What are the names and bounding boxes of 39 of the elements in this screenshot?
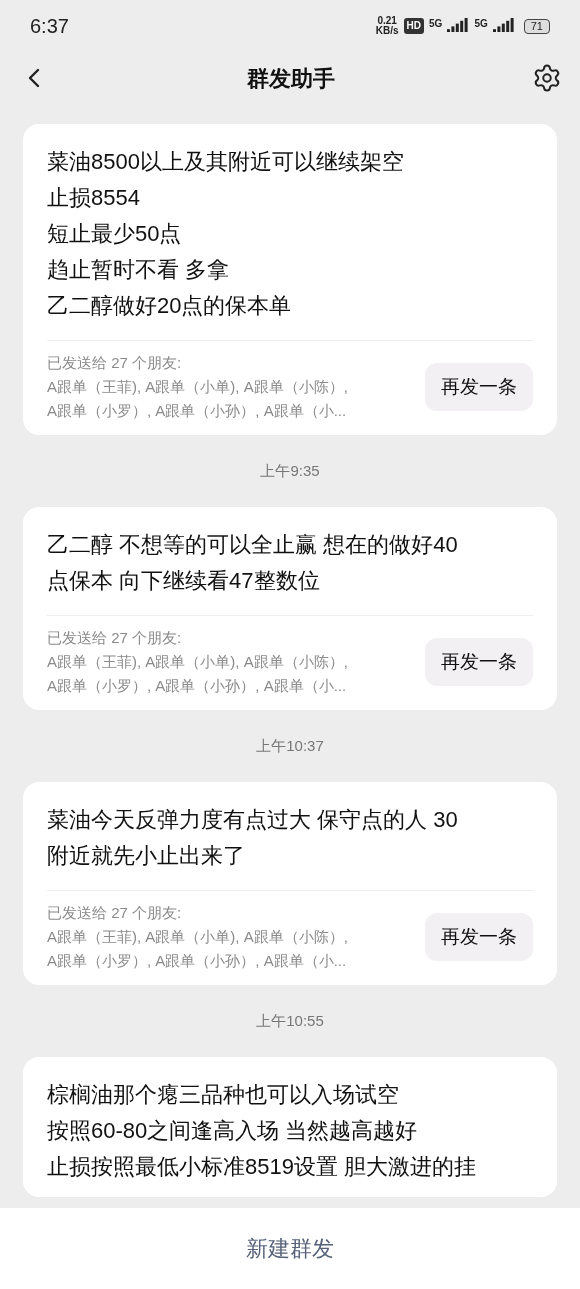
message-line: 按照60-80之间逢高入场 当然越高越好 (47, 1117, 419, 1145)
message-line: 乙二醇做好20点的保本单 (47, 292, 293, 320)
resend-button[interactable]: 再发一条 (425, 362, 533, 412)
message-line: 止损按照最低小标准8519设置 胆大激进的挂 (47, 1153, 478, 1181)
message-line: 乙二醇 不想等的可以全止赢 想在的做好40 (47, 531, 459, 559)
signal-icon (492, 18, 515, 34)
recipients-text: A跟单（王菲), A跟单（小单), A跟单（小陈）, (47, 927, 348, 947)
network-type-label: 5G (474, 17, 488, 31)
network-speed-unit: KB/s (375, 26, 399, 36)
network-type-label: 5G (429, 17, 443, 31)
recipients-text: A跟单（小罗）, A跟单（小孙）, A跟单（小... (47, 401, 348, 421)
message-line: 趋止暂时不看 多拿 (47, 256, 231, 284)
recipients-text: A跟单（小罗）, A跟单（小孙）, A跟单（小... (47, 951, 348, 971)
settings-icon[interactable] (532, 63, 562, 93)
sent-count-label: 已发送给 27 个朋友: (47, 903, 183, 923)
sent-count-label: 已发送给 27 个朋友: (47, 353, 183, 373)
message-line: 附近就先小止出来了 (47, 842, 246, 870)
hd-badge: HD (403, 18, 425, 34)
sent-count-label: 已发送给 27 个朋友: (47, 628, 183, 648)
recipients-text: A跟单（王菲), A跟单（小单), A跟单（小陈）, (47, 652, 348, 672)
message-line: 短止最少50点 (47, 220, 183, 248)
new-broadcast-button[interactable]: 新建群发 (230, 1224, 350, 1273)
signal-icon (447, 18, 470, 34)
message-line: 菜油今天反弹力度有点过大 保守点的人 30 (47, 806, 459, 834)
page-title: 群发助手 (247, 64, 335, 93)
resend-button[interactable]: 再发一条 (425, 637, 533, 687)
timestamp: 上午9:35 (260, 460, 320, 481)
battery-indicator: 71 (523, 18, 550, 34)
message-line: 菜油8500以上及其附近可以继续架空 (47, 148, 405, 176)
message-line: 点保本 向下继续看47整数位 (47, 567, 321, 595)
recipients-text: A跟单（小罗）, A跟单（小孙）, A跟单（小... (47, 676, 348, 696)
timestamp: 上午10:55 (256, 1010, 324, 1031)
recipients-text: A跟单（王菲), A跟单（小单), A跟单（小陈）, (47, 377, 348, 397)
timestamp: 上午10:37 (256, 735, 324, 756)
message-line: 止损8554 (47, 184, 141, 212)
resend-button[interactable]: 再发一条 (425, 912, 533, 962)
status-time: 6:37 (30, 14, 69, 39)
network-speed: 0.21 (377, 16, 397, 26)
message-line: 棕榈油那个瘪三品种也可以入场试空 (47, 1081, 400, 1109)
